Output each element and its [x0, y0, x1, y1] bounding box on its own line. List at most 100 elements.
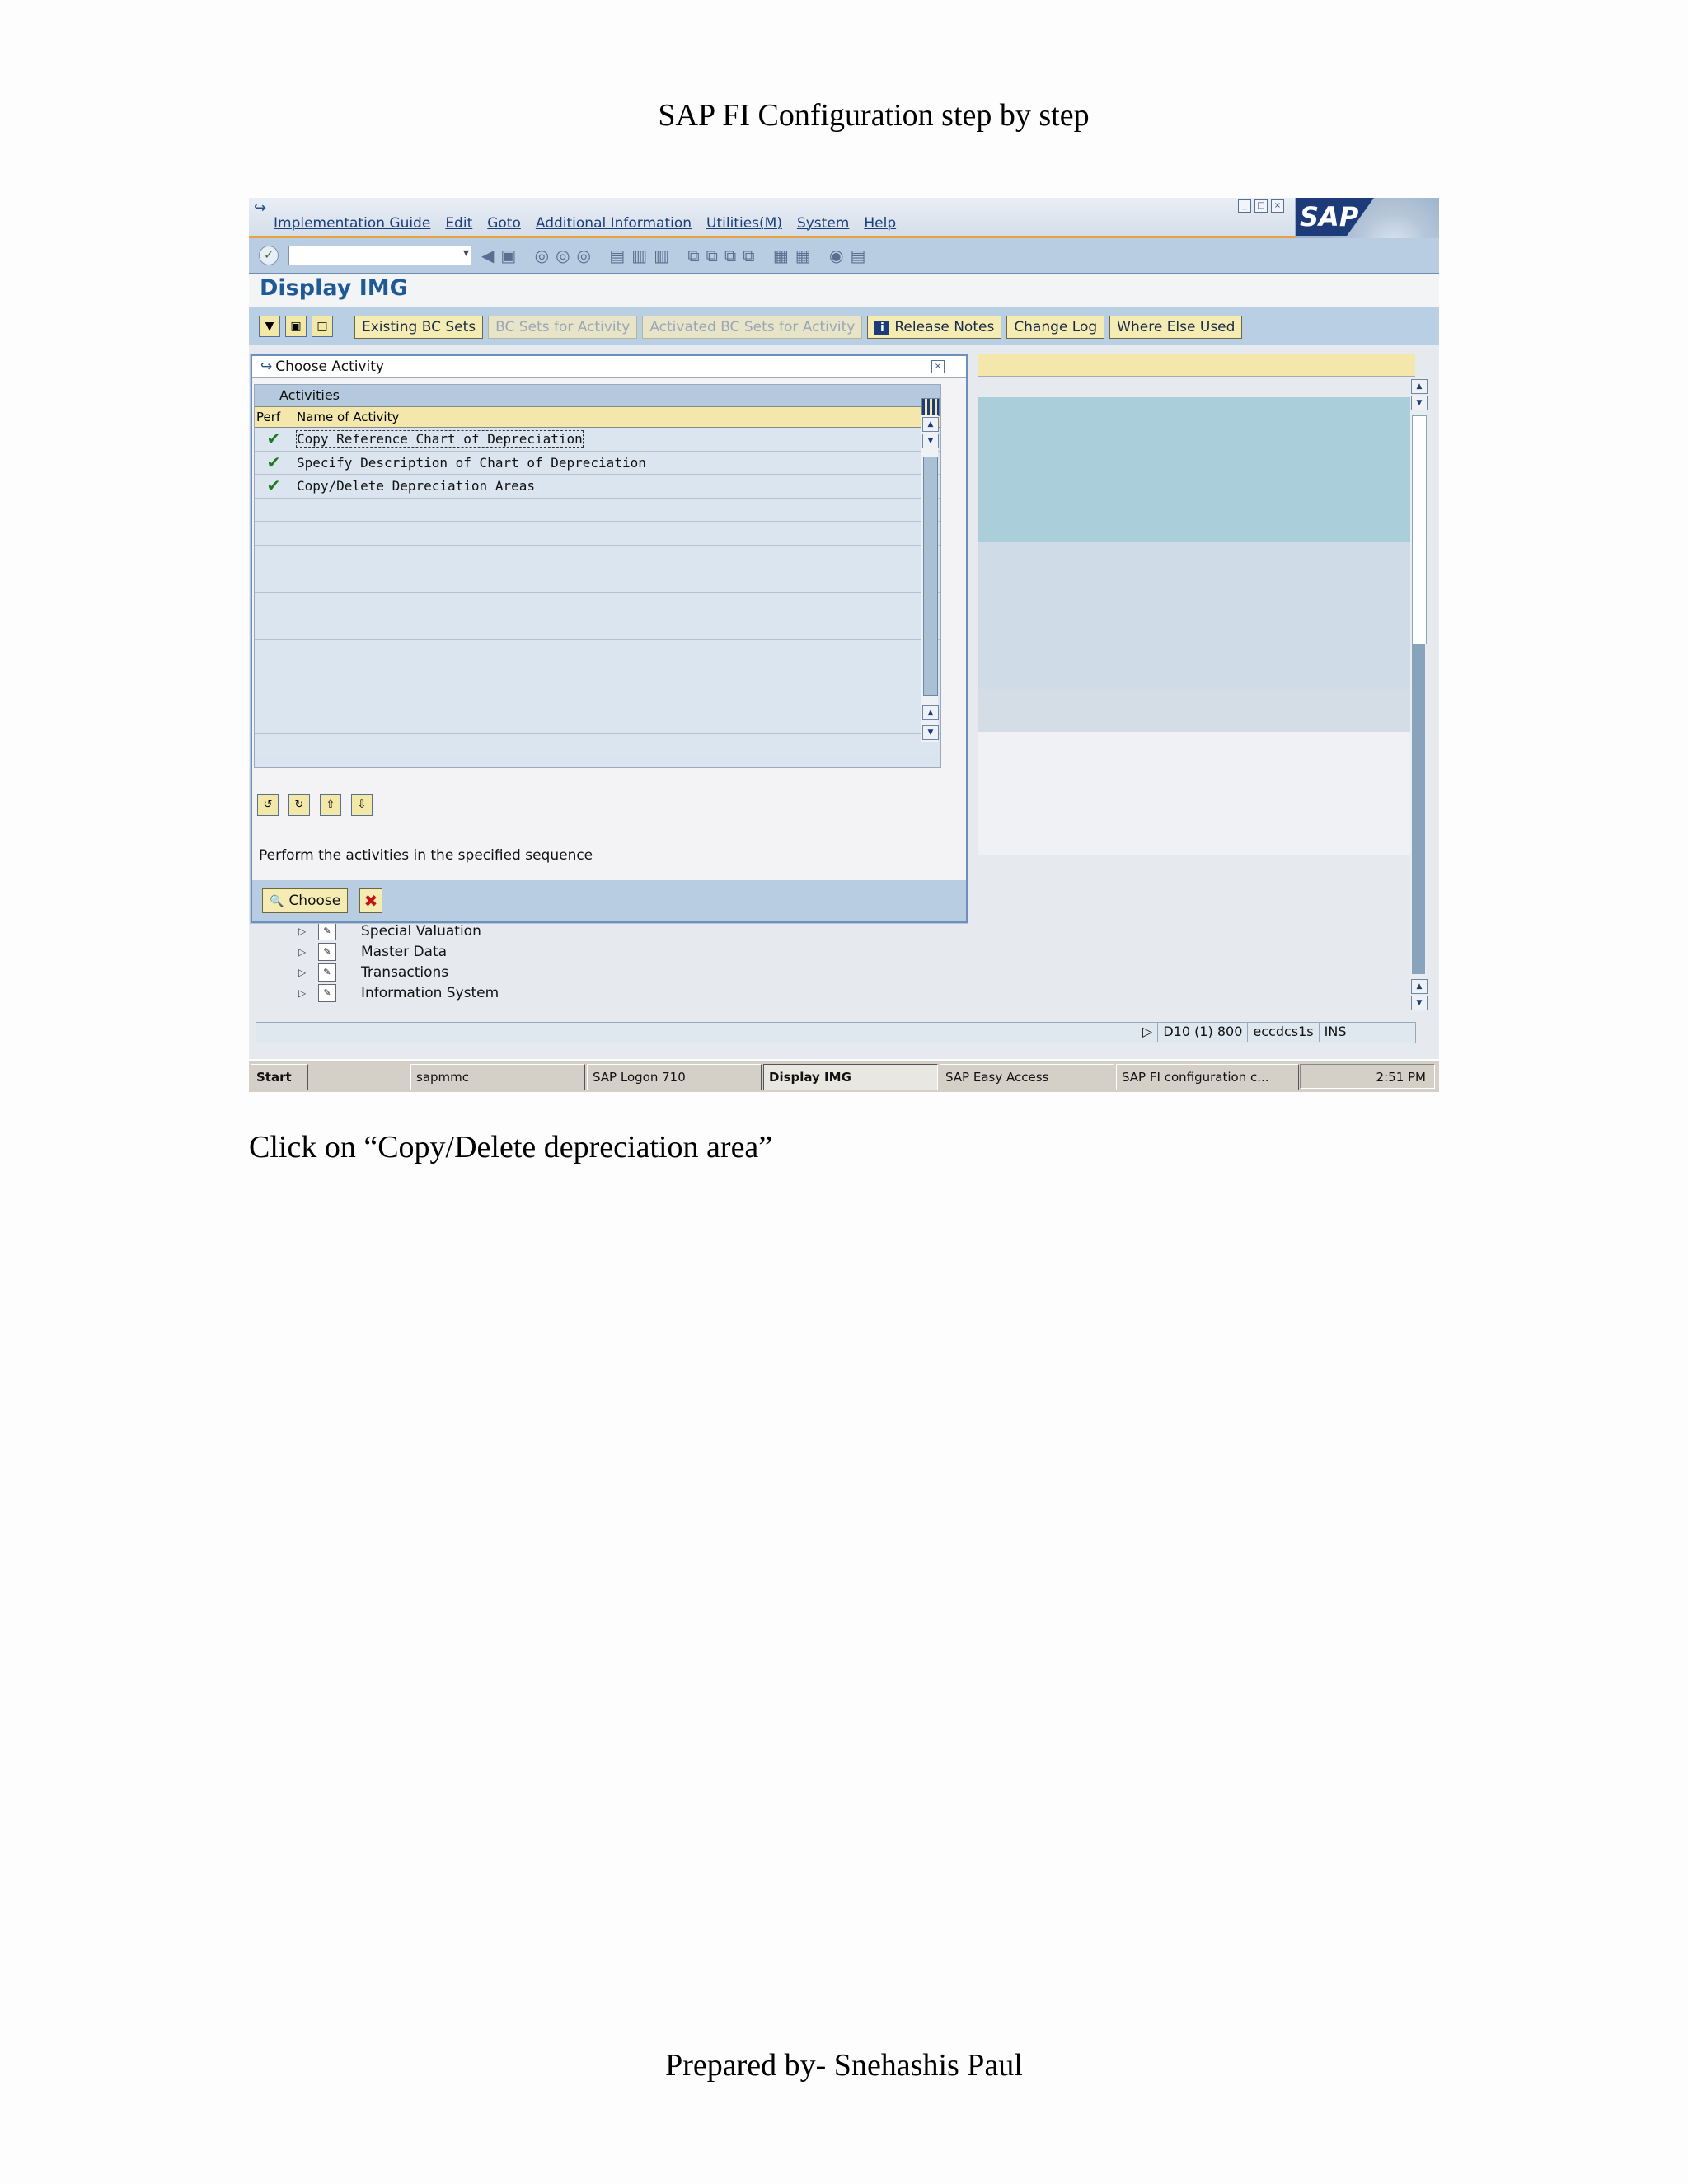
system-tray: 2:51 PM — [1300, 1064, 1435, 1089]
choose-button[interactable]: Choose — [262, 888, 349, 913]
expand-triangle-icon[interactable]: ▷ — [298, 946, 310, 958]
minimize-icon[interactable]: _ — [1238, 199, 1251, 213]
empty-row — [255, 710, 940, 734]
status-expand-icon[interactable]: ▷ — [1137, 1022, 1157, 1042]
check-icon: ✔ — [255, 428, 293, 451]
select-all-icon[interactable]: ↺ — [257, 794, 279, 816]
menu-implementation-guide[interactable]: Implementation Guide — [274, 215, 430, 232]
empty-row — [255, 663, 940, 687]
main-scrollbar[interactable]: ▲ ▼ ▲ ▼ — [1410, 377, 1428, 1012]
where-else-used-button[interactable]: Where Else Used — [1109, 316, 1243, 339]
start-button[interactable]: Start — [251, 1064, 308, 1090]
activated-bc-sets-button[interactable]: Activated BC Sets for Activity — [642, 316, 863, 339]
empty-row — [255, 545, 940, 569]
cancel-icon[interactable]: ✖ — [359, 888, 382, 913]
taskbar-item-sap-logon[interactable]: SAP Logon 710 — [587, 1064, 762, 1090]
menu-edit[interactable]: Edit — [445, 215, 472, 232]
table-row[interactable]: ✔ Copy/Delete Depreciation Areas — [255, 475, 940, 499]
activity-name: Specify Description of Chart of Deprecia… — [297, 454, 646, 471]
document-header: SAP FI Configuration step by step — [658, 98, 1090, 133]
close-icon[interactable]: × — [1271, 199, 1284, 213]
document-footer: Prepared by- Snehashis Paul — [665, 2048, 1023, 2083]
activity-name: Copy Reference Chart of Depreciation — [296, 430, 584, 448]
empty-row — [255, 733, 940, 758]
scroll-down-icon[interactable]: ▼ — [922, 434, 939, 448]
tree-node[interactable]: ▷ ✎ Special Valuation — [298, 921, 481, 941]
table-header: Perf Name of Activity — [255, 406, 940, 428]
taskbar-item-fi-configuration[interactable]: SAP FI configuration c... — [1116, 1064, 1299, 1090]
expand-icon[interactable]: ▼ — [259, 316, 280, 337]
sequence-hint: Perform the activities in the specified … — [259, 847, 593, 864]
menu-help[interactable]: Help — [864, 215, 896, 232]
menu-bar: ↪ Implementation Guide Edit Goto Additio… — [249, 198, 1439, 238]
menu-additional-information[interactable]: Additional Information — [536, 215, 692, 232]
title-area — [249, 274, 1439, 307]
activity-name: Copy/Delete Depreciation Areas — [297, 478, 535, 494]
dialog-close-icon[interactable]: × — [931, 360, 945, 373]
scroll-up-icon[interactable]: ▲ — [922, 705, 939, 720]
bc-sets-for-activity-button[interactable]: BC Sets for Activity — [488, 316, 638, 339]
command-field[interactable] — [288, 246, 471, 265]
clock: 2:51 PM — [1376, 1070, 1426, 1085]
empty-row — [255, 687, 940, 711]
table-scrollbar[interactable]: ▲ ▼ ▲ ▼ — [921, 415, 939, 742]
sort-ascending-icon[interactable]: ⇧ — [320, 794, 341, 816]
system-toolbar: ✓ ◀▣ ◎◎◎ ▤▥▥ ⧉⧉⧉⧉ ▦▦ ◉▤ — [249, 238, 1439, 274]
scroll-down-icon[interactable]: ▼ — [922, 725, 939, 740]
dialog-title: Choose Activity — [260, 359, 384, 375]
expand-triangle-icon[interactable]: ▷ — [298, 967, 310, 978]
empty-row — [255, 616, 940, 640]
expand-triangle-icon[interactable]: ▷ — [298, 926, 310, 937]
empty-row — [255, 498, 940, 523]
taskbar-item-sapmmc[interactable]: sapmmc — [410, 1064, 585, 1090]
table-row[interactable]: ✔ Copy Reference Chart of Depreciation — [255, 428, 940, 452]
taskbar-item-sap-easy-access[interactable]: SAP Easy Access — [940, 1064, 1114, 1090]
table-row[interactable]: ✔ Specify Description of Chart of Deprec… — [255, 451, 940, 476]
enter-icon[interactable]: ✓ — [259, 246, 279, 265]
deselect-all-icon[interactable]: ↻ — [288, 794, 310, 816]
expand-triangle-icon[interactable]: ▷ — [298, 987, 310, 999]
taskbar-item-display-img[interactable]: Display IMG — [763, 1064, 938, 1090]
scroll-up-icon[interactable]: ▲ — [1411, 979, 1428, 994]
scroll-up-icon[interactable]: ▲ — [1411, 379, 1428, 394]
menu-utilities[interactable]: Utilities(M) — [706, 215, 782, 232]
col-perf-header[interactable]: Perf — [255, 407, 293, 427]
dialog-title-bar: Choose Activity × — [252, 356, 966, 378]
status-bar: ▷ D10 (1) 800 eccdcs1s INS — [249, 1015, 1439, 1045]
change-log-button[interactable]: Change Log — [1006, 316, 1105, 339]
empty-row — [255, 569, 940, 593]
menu-goto[interactable]: Goto — [487, 215, 521, 232]
tree-node[interactable]: ▷ ✎ Transactions — [298, 963, 448, 982]
empty-row — [255, 522, 940, 546]
tree-node[interactable]: ▷ ✎ Information System — [298, 983, 499, 1003]
document-icon: ✎ — [318, 922, 336, 940]
windows-taskbar: Start sapmmc SAP Logon 710 Display IMG S… — [249, 1059, 1439, 1092]
page-title: Display IMG — [260, 275, 408, 301]
input-mode[interactable]: INS — [1318, 1022, 1352, 1042]
document-icon: ✎ — [318, 963, 336, 982]
empty-row — [255, 640, 940, 663]
sap-screenshot: ↪ Implementation Guide Edit Goto Additio… — [249, 198, 1439, 1092]
scroll-down-icon[interactable]: ▼ — [1411, 396, 1428, 410]
sort-descending-icon[interactable]: ⇩ — [351, 794, 373, 816]
document-icon: ✎ — [318, 984, 336, 1002]
existing-bc-sets-button[interactable]: Existing BC Sets — [354, 316, 484, 339]
choose-activity-dialog: Choose Activity × Activities Perf Name o… — [251, 354, 968, 923]
release-notes-button[interactable]: Release Notes — [867, 316, 1002, 339]
scroll-down-icon[interactable]: ▼ — [1411, 996, 1428, 1010]
col-name-header[interactable]: Name of Activity — [293, 407, 940, 427]
display-icon[interactable]: ▣ — [285, 316, 307, 337]
table-caption: Activities — [255, 385, 940, 406]
server-info: eccdcs1s — [1247, 1022, 1318, 1042]
dialog-footer: Choose ✖ — [252, 880, 966, 921]
column-settings-icon[interactable] — [921, 398, 940, 416]
application-toolbar: ▼ ▣ □ Existing BC Sets BC Sets for Activ… — [249, 307, 1439, 345]
system-info[interactable]: D10 (1) 800 — [1157, 1022, 1247, 1042]
tree-node[interactable]: ▷ ✎ Master Data — [298, 942, 447, 962]
toolbar-icons[interactable]: ◀▣ ◎◎◎ ▤▥▥ ⧉⧉⧉⧉ ▦▦ ◉▤ — [481, 246, 872, 265]
bookmark-icon[interactable]: □ — [312, 316, 333, 337]
scroll-up-icon[interactable]: ▲ — [922, 417, 939, 432]
maximize-icon[interactable]: □ — [1254, 199, 1268, 213]
menu-system[interactable]: System — [797, 215, 849, 232]
window-menu-icon[interactable]: ↪ — [254, 199, 266, 217]
